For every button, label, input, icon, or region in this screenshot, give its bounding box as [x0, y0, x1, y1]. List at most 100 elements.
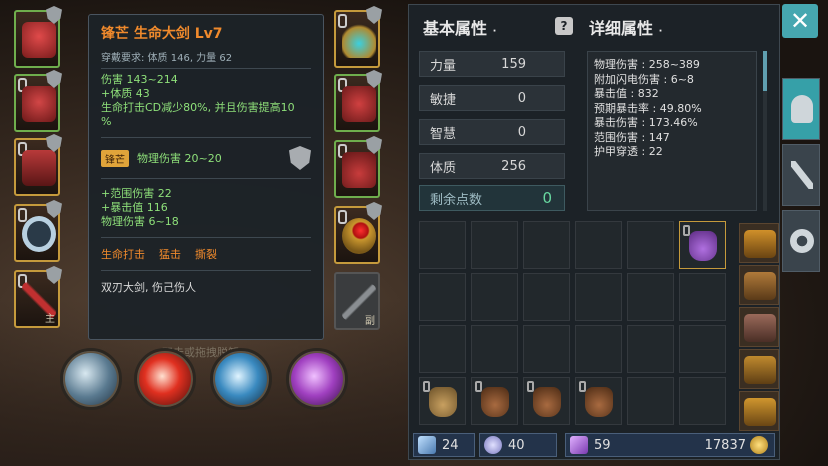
bag-slot[interactable] [739, 307, 779, 347]
inventory-cell[interactable] [523, 273, 570, 321]
basic-attributes-header[interactable]: 基本属性 · [423, 15, 496, 39]
inventory-cell[interactable] [627, 377, 674, 425]
inventory-cell[interactable] [471, 221, 518, 269]
remaining-value: 0 [542, 189, 552, 207]
inventory-cell[interactable] [523, 377, 570, 425]
attr-label: 体质 [430, 160, 457, 176]
skill-name: 生命打击 [101, 248, 145, 261]
stat-line: 物理伤害 6~18 [101, 215, 179, 228]
inventory-cell[interactable] [419, 377, 466, 425]
inventory-cell[interactable] [679, 325, 726, 373]
attr-label: 敏捷 [430, 92, 457, 108]
inventory-cell-selected[interactable] [679, 221, 726, 269]
bag-slot[interactable] [739, 349, 779, 389]
inventory-cell[interactable] [575, 377, 622, 425]
equip-slot-helmet[interactable] [14, 6, 62, 68]
ring-icon [22, 216, 56, 252]
item-description: 双刃大剑, 伤己伤人 [101, 281, 196, 294]
divider [101, 270, 311, 271]
gear-icon [790, 229, 814, 253]
detail-row: 范围伤害 : 147 [594, 130, 670, 144]
inventory-cell[interactable] [575, 221, 622, 269]
detail-stats: 物理伤害 : 258~389 附加闪电伤害 : 6~8 暴击值 : 832 预期… [587, 51, 757, 211]
equip-slot-weapon-offhand[interactable]: 副 [334, 272, 380, 330]
sack-icon [429, 387, 457, 417]
backpack-icon [744, 356, 776, 384]
potion-counter: 40 [479, 433, 557, 457]
backpack-icon [744, 230, 776, 258]
pants-icon [22, 150, 56, 186]
attr-value: 0 [517, 124, 526, 140]
equip-slot-armor[interactable] [14, 70, 62, 132]
inventory-cell[interactable] [627, 273, 674, 321]
equip-slot-gloves[interactable] [334, 70, 382, 132]
remaining-label: 剩余点数 [430, 192, 483, 208]
inventory-cell[interactable] [575, 273, 622, 321]
close-button[interactable]: ✕ [782, 4, 818, 38]
stat-line: 伤害 143~214 [101, 73, 178, 86]
shield-icon [366, 202, 382, 220]
attr-label: 智慧 [430, 126, 457, 142]
attr-constitution: 体质 256 [419, 153, 565, 179]
inventory-cell[interactable] [627, 221, 674, 269]
stat-line: % [101, 115, 112, 128]
crossed-swords-icon [791, 161, 813, 189]
equip-slot-ring-red[interactable] [334, 202, 382, 264]
tab-skills[interactable] [782, 144, 820, 206]
helmet-icon [22, 22, 56, 58]
lock-icon [18, 208, 27, 222]
stat-line: +体质 43 [101, 87, 150, 100]
equip-slot-ring[interactable] [14, 200, 62, 262]
item-requirement: 穿戴要求: 体质 146, 力量 62 [101, 53, 233, 64]
question-icon[interactable]: ? [555, 17, 573, 35]
inventory-cell[interactable] [471, 273, 518, 321]
equip-slot-weapon-main[interactable]: 主 [14, 266, 62, 328]
ruby-ring-icon [342, 218, 376, 254]
inventory-cell[interactable] [419, 273, 466, 321]
divider [101, 237, 311, 238]
inventory-cell[interactable] [523, 221, 570, 269]
skill-orb-4[interactable] [286, 348, 348, 410]
detail-row: 护甲穿透 : 22 [594, 145, 663, 158]
bag-slot[interactable] [739, 391, 779, 431]
skill-orb-1[interactable] [60, 348, 122, 410]
shield-icon [46, 200, 62, 218]
equip-slot-pants[interactable] [14, 134, 62, 196]
detail-attributes-header[interactable]: 详细属性 · [589, 15, 662, 39]
backpack-icon [744, 272, 776, 300]
equip-slot-boots[interactable] [334, 136, 382, 198]
potion-count: 40 [508, 437, 525, 453]
gem-count: 59 [594, 437, 611, 453]
gold-coin-icon [750, 436, 768, 454]
crystal-icon [418, 436, 436, 454]
inventory-cell[interactable] [419, 221, 466, 269]
tab-equipment[interactable] [782, 78, 820, 140]
skill-name: 撕裂 [195, 248, 217, 261]
detail-scrollbar[interactable] [763, 51, 767, 211]
header-label: 基本属性 [423, 19, 488, 38]
inventory-cell[interactable] [471, 377, 518, 425]
inventory-cell[interactable] [679, 377, 726, 425]
inventory-cell[interactable] [679, 273, 726, 321]
tab-settings[interactable] [782, 210, 820, 272]
crystal-counter: 24 [413, 433, 475, 457]
equip-slot-necklace[interactable] [334, 6, 382, 68]
gem-gold-counter: 59 17837 [565, 433, 775, 457]
attr-strength: 力量 159 [419, 51, 565, 77]
scroll-thumb[interactable] [763, 51, 767, 91]
divider [101, 68, 311, 69]
potion-icon [484, 436, 502, 454]
inventory-cell[interactable] [627, 325, 674, 373]
gloves-icon [342, 86, 376, 122]
bag-slot[interactable] [739, 265, 779, 305]
inventory-cell[interactable] [471, 325, 518, 373]
bag-slot[interactable] [739, 223, 779, 263]
inventory-cell[interactable] [523, 325, 570, 373]
skill-name: 猛击 [159, 248, 181, 261]
item-tooltip: 锋芒 生命大剑 Lv7 穿戴要求: 体质 146, 力量 62 伤害 143~2… [88, 14, 324, 340]
skill-orb-3[interactable] [210, 348, 272, 410]
inventory-cell[interactable] [419, 325, 466, 373]
skill-orb-2[interactable] [134, 348, 196, 410]
divider [101, 178, 311, 179]
inventory-cell[interactable] [575, 325, 622, 373]
